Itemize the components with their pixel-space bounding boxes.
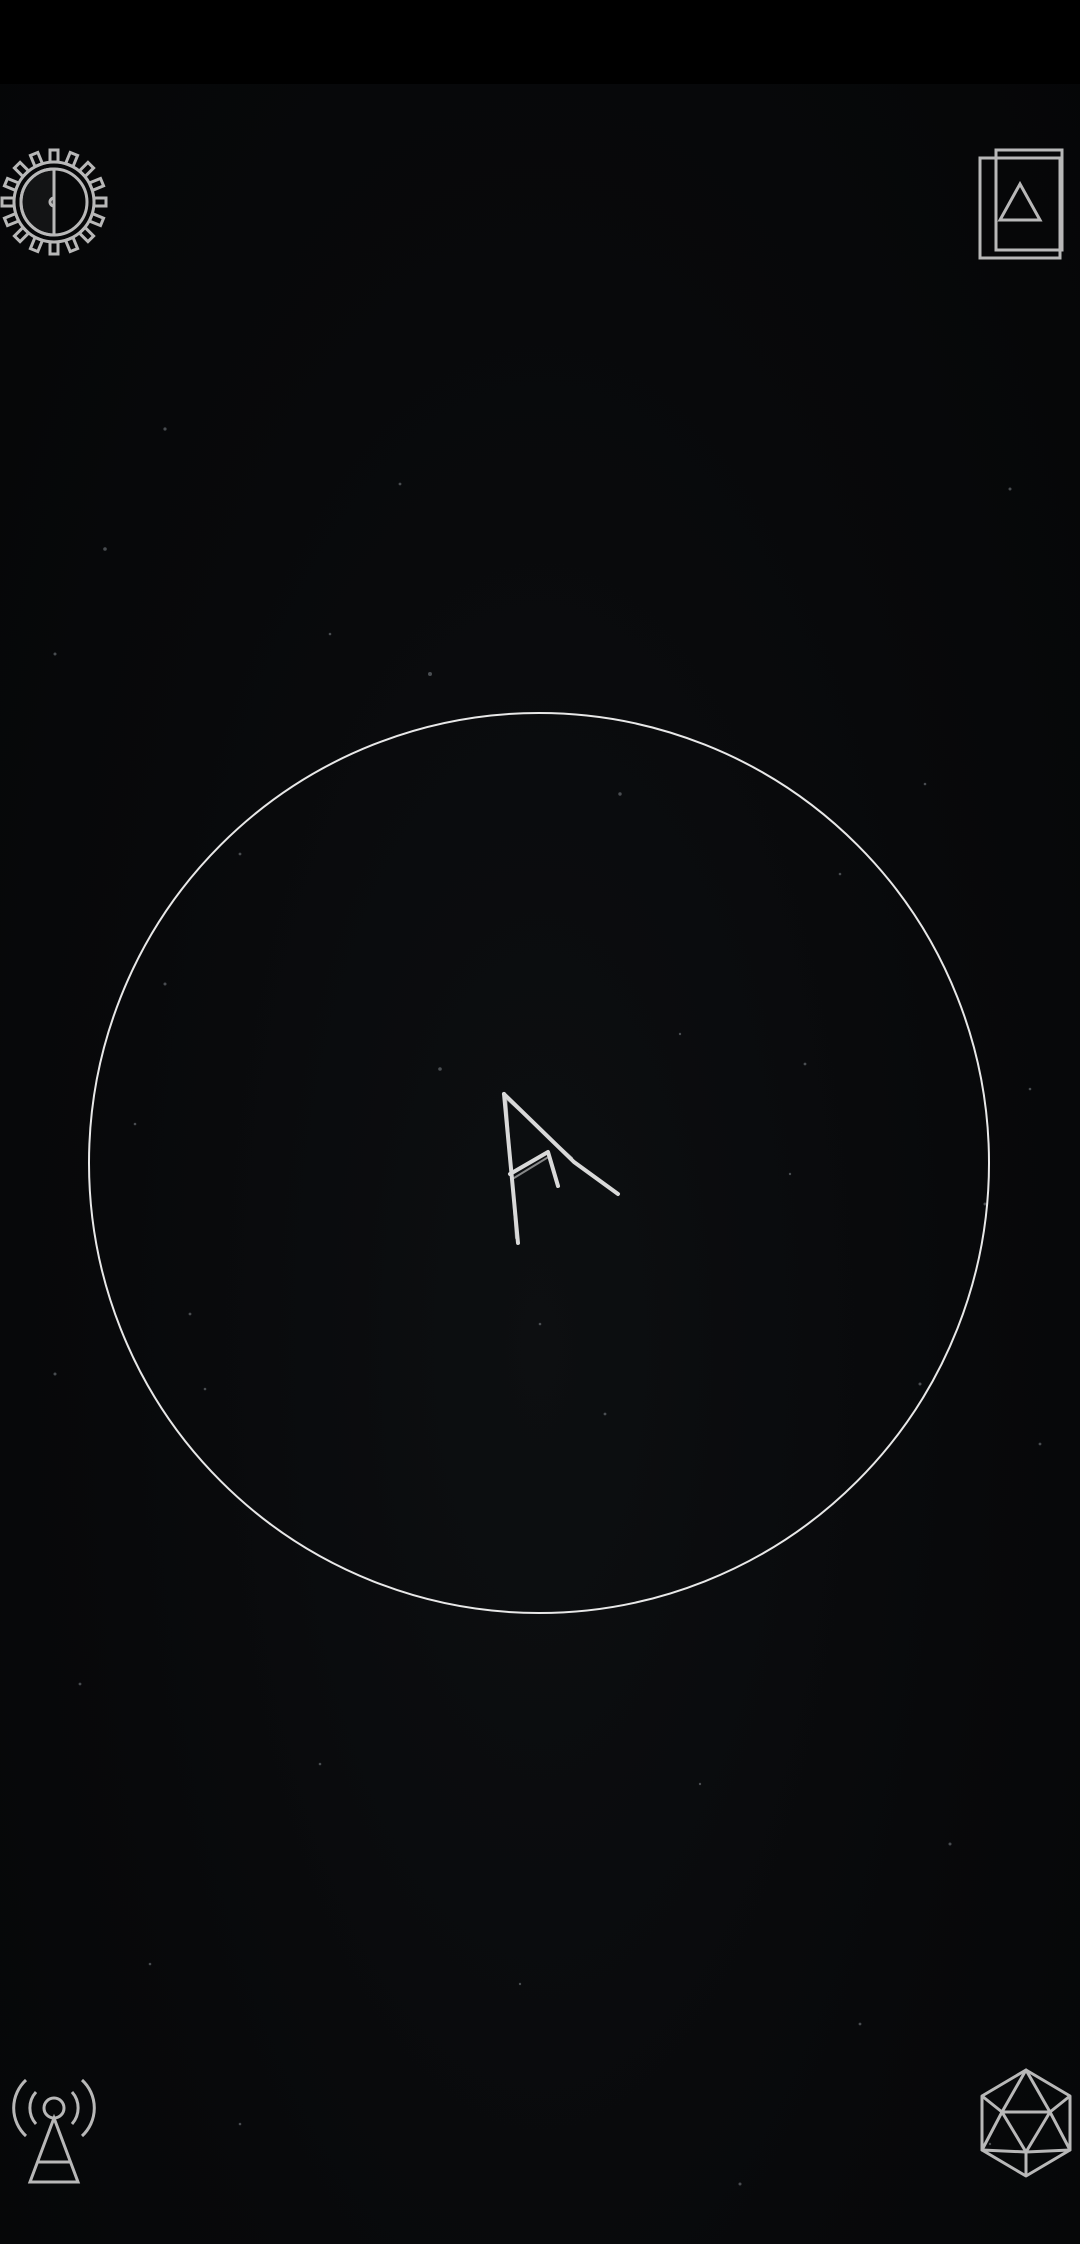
rune-deck-button[interactable] (976, 148, 1076, 260)
cast-rune-button[interactable] (976, 2066, 1076, 2182)
icosahedron-dice-icon (980, 2068, 1072, 2178)
ansuz-rune-icon (502, 1092, 620, 1245)
status-bar (0, 0, 1080, 84)
gear-half-moon-icon (0, 148, 108, 256)
signal-tower-icon (12, 2078, 96, 2184)
stacked-cards-triangle-icon (978, 148, 1064, 260)
rune-app-screen (0, 0, 1080, 2244)
settings-button[interactable] (0, 148, 112, 260)
broadcast-button[interactable] (8, 2066, 104, 2186)
